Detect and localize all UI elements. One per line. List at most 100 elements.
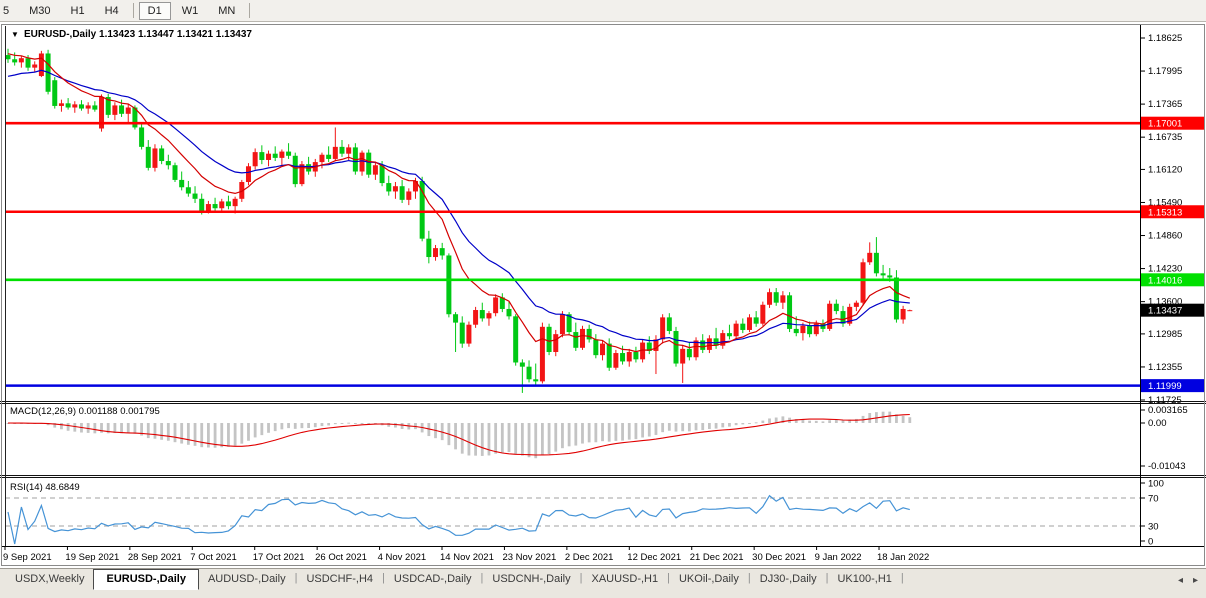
symbol-tab-audusd-daily[interactable]: AUDUSD-,Daily: [199, 569, 295, 588]
toolbar-separator: [133, 3, 134, 18]
symbol-tab-ukoil-daily[interactable]: UKOil-,Daily: [670, 569, 748, 588]
price-tick-label: 1.14860: [1148, 231, 1182, 242]
candle-body: [380, 165, 385, 183]
candle-body: [219, 201, 224, 208]
candle-body: [199, 199, 204, 212]
macd-histogram-bar: [234, 423, 237, 446]
macd-histogram-bar: [134, 423, 137, 434]
candle-body: [466, 325, 471, 344]
candle-body: [440, 248, 445, 255]
level-price-badge-label: 1.15313: [1148, 207, 1182, 218]
candle-body: [253, 152, 258, 166]
timeframe-button-d1[interactable]: D1: [139, 2, 171, 20]
candle-body: [740, 324, 745, 330]
candle-body: [426, 239, 431, 257]
macd-histogram-bar: [835, 420, 838, 423]
macd-histogram-bar: [347, 423, 350, 424]
macd-histogram-bar: [194, 423, 197, 446]
candle-body: [767, 292, 772, 305]
candle-body: [460, 323, 465, 344]
timeframe-button-h1[interactable]: H1: [62, 2, 94, 20]
timeframe-button-w1[interactable]: W1: [173, 2, 208, 20]
candle-body: [607, 344, 612, 368]
macd-histogram-bar: [695, 423, 698, 430]
symbol-tab-usdcad-daily[interactable]: USDCAD-,Daily: [385, 569, 481, 588]
candle-body: [493, 297, 498, 313]
macd-histogram-bar: [501, 423, 504, 453]
macd-histogram-bar: [541, 423, 544, 455]
candle-body: [901, 309, 906, 319]
macd-histogram-bar: [334, 423, 337, 424]
macd-histogram-bar: [548, 423, 551, 454]
tab-separator: |: [901, 569, 904, 587]
date-label: 19 Sep 2021: [65, 552, 119, 563]
macd-panel[interactable]: 0.0031650.00-0.01043MACD(12,26,9) 0.0011…: [5, 404, 1188, 474]
macd-histogram-bar: [280, 423, 283, 429]
tab-scroll-right-icon[interactable]: ▸: [1193, 575, 1198, 586]
macd-histogram-bar: [314, 423, 317, 427]
candle-body: [600, 344, 605, 356]
candle-body: [667, 317, 672, 331]
date-label: 26 Oct 2021: [315, 552, 367, 563]
candle-body: [907, 310, 912, 311]
candle-body: [226, 201, 231, 206]
symbol-dropdown-icon[interactable]: ▼: [11, 30, 19, 39]
candle-body: [861, 262, 866, 302]
candle-body: [326, 155, 331, 159]
candle-body: [139, 127, 144, 146]
macd-indicator-label: MACD(12,26,9) 0.001188 0.001795: [10, 406, 160, 417]
symbol-tab-uk100-h1[interactable]: UK100-,H1: [828, 569, 900, 588]
macd-histogram-bar: [361, 423, 364, 424]
candle-body: [700, 340, 705, 349]
macd-histogram-bar: [568, 423, 571, 446]
candle-body: [19, 58, 24, 62]
macd-histogram-bar: [294, 423, 297, 429]
candle-body: [660, 317, 665, 339]
macd-histogram-bar: [147, 423, 150, 438]
symbol-tab-usdcnh-daily[interactable]: USDCNH-,Daily: [483, 569, 579, 588]
symbol-tab-xauusd-h1[interactable]: XAUUSD-,H1: [583, 569, 668, 588]
macd-histogram-bar: [574, 423, 577, 446]
macd-histogram-bar: [341, 423, 344, 424]
macd-histogram-bar: [174, 423, 177, 442]
candle-body: [59, 103, 64, 106]
rsi-panel[interactable]: 10070300RSI(14) 48.6849: [5, 478, 1164, 548]
macd-histogram-bar: [301, 423, 304, 428]
symbol-tab-eurusd-daily[interactable]: EURUSD-,Daily: [93, 569, 198, 590]
macd-histogram-bar: [755, 422, 758, 423]
candle-body: [620, 353, 625, 361]
candle-body: [507, 309, 512, 316]
symbol-tab-usdchf-h4[interactable]: USDCHF-,H4: [297, 569, 382, 588]
symbol-tab-usdx-weekly[interactable]: USDX,Weekly: [6, 569, 93, 588]
date-label: 7 Oct 2021: [190, 552, 236, 563]
candle-body: [206, 204, 211, 211]
timeframe-button-mn[interactable]: MN: [209, 2, 244, 20]
candle-body: [867, 253, 872, 262]
chart-window[interactable]: 1.186251.179951.173651.167351.161201.154…: [0, 21, 1206, 568]
candle-body: [373, 165, 378, 174]
candle-body: [446, 255, 451, 314]
macd-histogram-bar: [113, 423, 116, 433]
macd-histogram-bar: [802, 420, 805, 423]
macd-histogram-bar: [534, 423, 537, 458]
macd-histogram-bar: [494, 423, 497, 454]
tab-scroll-left-icon[interactable]: ◂: [1178, 575, 1183, 586]
date-label: 18 Jan 2022: [877, 552, 929, 563]
candle-body: [72, 104, 77, 107]
candle-body: [173, 165, 178, 180]
candle-body: [613, 353, 618, 368]
macd-histogram-bar: [681, 423, 684, 431]
timeframe-button-5[interactable]: 5: [0, 2, 18, 20]
date-axis[interactable]: 9 Sep 202119 Sep 202128 Sep 20217 Oct 20…: [2, 546, 1204, 566]
timeframe-button-h4[interactable]: H4: [96, 2, 128, 20]
rsi-plot-area[interactable]: [5, 478, 1140, 546]
macd-histogram-bar: [321, 423, 324, 426]
symbol-tab-dj30-daily[interactable]: DJ30-,Daily: [751, 569, 826, 588]
date-label: 14 Nov 2021: [440, 552, 494, 563]
candle-body: [560, 314, 565, 334]
date-label: 28 Sep 2021: [128, 552, 182, 563]
macd-histogram-bar: [594, 423, 597, 442]
timeframe-button-m30[interactable]: M30: [20, 2, 59, 20]
macd-histogram-bar: [180, 423, 183, 444]
macd-histogram-bar: [481, 423, 484, 456]
